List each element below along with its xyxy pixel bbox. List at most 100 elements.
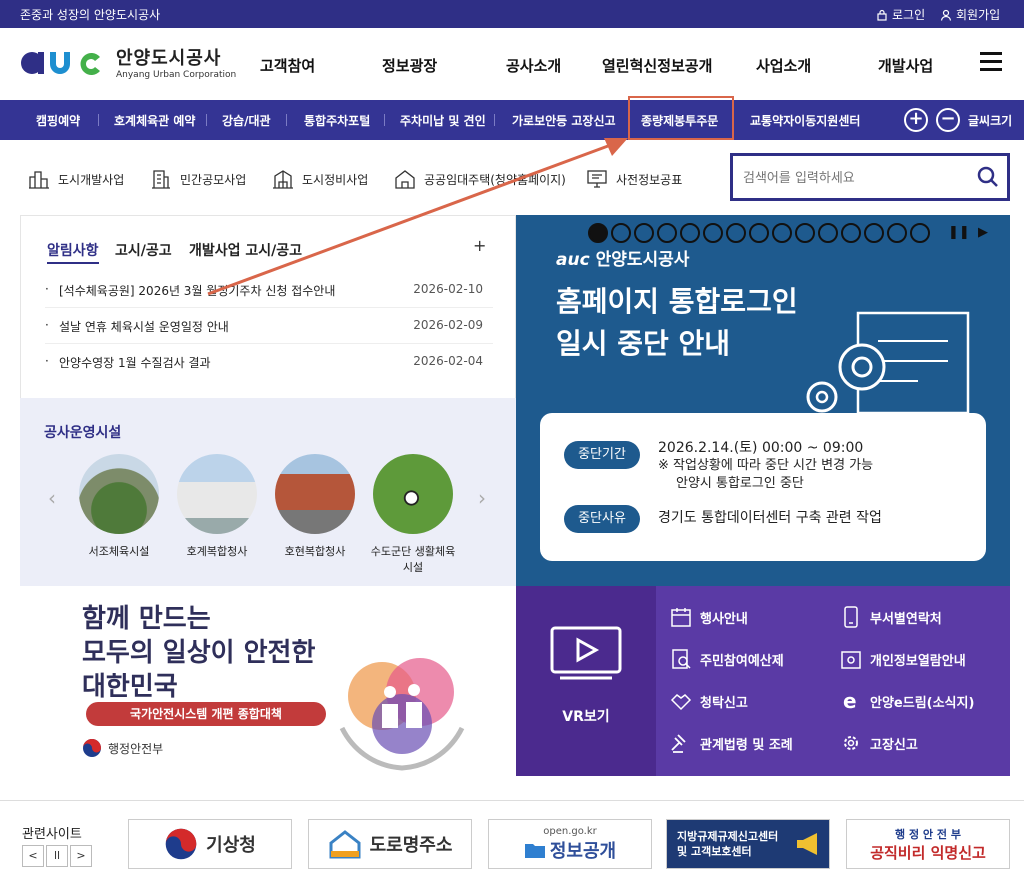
facilities-title: 공사운영시설 <box>44 425 122 441</box>
site-kma[interactable]: 기상청 <box>128 819 292 869</box>
banner-dot[interactable] <box>795 223 815 243</box>
signup-link[interactable]: 회원가입 <box>940 6 1000 23</box>
banner-dot[interactable] <box>611 223 631 243</box>
facility-hogye[interactable]: 호계복합청사 <box>174 454 260 560</box>
banner-dot[interactable] <box>887 223 907 243</box>
related-pause-button[interactable]: ll <box>46 845 68 867</box>
quick-lessons[interactable]: 강습/대관 <box>222 112 271 129</box>
link-budget[interactable]: 주민참여예산제 <box>670 648 784 670</box>
site-label: 기상청 <box>206 835 256 856</box>
bullet: · <box>45 354 49 368</box>
zoom-in-button[interactable]: + <box>904 108 928 132</box>
facility-seojo[interactable]: 서조체육시설 <box>76 454 162 560</box>
link-regulations[interactable]: 관계법령 및 조례 <box>670 732 793 754</box>
nav-development[interactable]: 개발사업 <box>878 55 933 76</box>
biz-urban-renewal[interactable]: 도시정비사업 <box>272 168 368 190</box>
banner-dot[interactable] <box>818 223 838 243</box>
site-anonymous-report[interactable]: 행 정 안 전 부 공직비리 익명신고 <box>846 819 1010 869</box>
biz-label: 도시개발사업 <box>58 172 125 187</box>
facility-hohyeon[interactable]: 호현복합청사 <box>272 454 358 560</box>
banner-play-button[interactable]: ▶ <box>978 225 988 240</box>
quick-streetlight[interactable]: 가로보안등 고장신고 <box>512 112 616 129</box>
quick-mobility-center[interactable]: 교통약자이동지원센터 <box>750 112 860 129</box>
link-fault-report[interactable]: 고장신고 <box>840 732 918 754</box>
gavel-icon <box>671 734 686 753</box>
facilities-next-button[interactable]: › <box>478 486 486 510</box>
menu-icon[interactable] <box>980 52 1002 72</box>
banner-dot[interactable] <box>910 223 930 243</box>
quick-hogye-gym[interactable]: 호계체육관 예약 <box>114 112 195 129</box>
monitor-icon <box>587 170 607 188</box>
nav-disclosure[interactable]: 열린혁신정보공개 <box>602 55 712 76</box>
quick-camping[interactable]: 캠핑예약 <box>36 112 80 129</box>
biz-label: 민간공모사업 <box>180 172 247 187</box>
link-label: 개인정보열람안내 <box>870 653 966 669</box>
safety-banner[interactable]: 함께 만드는 모두의 일상이 안전한 대한민국 국가안전시스템 개편 종합대책 … <box>20 586 516 776</box>
site-logo[interactable]: 안양도시공사 Anyang Urban Corporation <box>18 44 236 80</box>
banner-dot[interactable] <box>726 223 746 243</box>
period-badge: 중단기간 <box>564 441 640 469</box>
related-prev-button[interactable]: < <box>22 845 44 867</box>
nav-about[interactable]: 공사소개 <box>506 55 561 76</box>
biz-private-contest[interactable]: 민간공모사업 <box>150 168 246 190</box>
divider <box>98 114 99 126</box>
tab-notices[interactable]: 알림사항 <box>47 240 99 264</box>
taegeuk-icon <box>83 739 101 757</box>
banner-dot[interactable] <box>634 223 654 243</box>
notice-row[interactable]: · [석수체육공원] 2026년 3월 월정기주차 신청 접수안내 2026-0… <box>45 272 493 308</box>
nav-info[interactable]: 정보광장 <box>382 55 437 76</box>
link-events[interactable]: 행사안내 <box>670 606 748 628</box>
related-next-button[interactable]: > <box>70 845 92 867</box>
banner-pause-button[interactable]: ❚❚ <box>948 225 970 240</box>
banner-dot[interactable] <box>680 223 700 243</box>
link-privacy[interactable]: 개인정보열람안내 <box>840 648 966 670</box>
banner-dot[interactable] <box>841 223 861 243</box>
family-hands-icon <box>339 658 465 771</box>
related-title: 관련사이트 <box>22 827 82 842</box>
search-icon[interactable] <box>977 166 999 188</box>
nav-business[interactable]: 사업소개 <box>756 55 811 76</box>
search-input[interactable] <box>743 168 963 188</box>
auc-logo-icon <box>21 52 100 75</box>
site-label: 도로명주소 <box>369 835 453 856</box>
headline-line: 홈페이지 통합로그인 <box>556 285 798 318</box>
megaphone-icon <box>797 833 817 855</box>
facility-label: 수도군단 생활체육시설 <box>370 545 456 574</box>
biz-public-housing[interactable]: 공공임대주택(청약홈페이지) <box>394 168 566 190</box>
facility-image <box>177 454 257 534</box>
biz-prior-disclosure[interactable]: 사전정보공표 <box>586 168 682 190</box>
nav-customer[interactable]: 고객참여 <box>260 55 315 76</box>
login-link[interactable]: 로그인 <box>876 6 925 23</box>
e-icon: e <box>843 690 857 712</box>
banner-dot[interactable] <box>749 223 769 243</box>
link-solicitation-report[interactable]: 청탁신고 <box>670 690 748 712</box>
zoom-out-button[interactable]: − <box>936 108 960 132</box>
quick-menu-bar: 캠핑예약 호계체육관 예약 강습/대관 통합주차포털 주차미납 및 견인 가로보… <box>0 100 1024 140</box>
banner-dot[interactable] <box>864 223 884 243</box>
more-button[interactable]: + <box>473 236 486 255</box>
main-banner[interactable]: ❚❚ ▶ auc 안양도시공사 홈페이지 통합로그인 일시 중단 안내 중단기간… <box>516 215 1010 586</box>
biz-urban-development[interactable]: 도시개발사업 <box>28 168 124 190</box>
house-icon <box>395 170 415 189</box>
quick-unpaid-parking[interactable]: 주차미납 및 견인 <box>400 112 486 129</box>
site-regulation-report[interactable]: 지방규제규제신고센터 및 고객보호센터 <box>666 819 830 869</box>
quick-parking[interactable]: 통합주차포털 <box>304 112 370 129</box>
facility-sudo-corps[interactable]: 수도군단 생활체육시설 <box>370 454 456 576</box>
facilities-panel: 공사운영시설 ‹ › 서조체육시설 호계복합청사 호현복합청사 수도군단 생활체… <box>20 398 516 586</box>
banner-dot[interactable] <box>703 223 723 243</box>
tab-dev-announcements[interactable]: 개발사업 고시/공고 <box>189 240 302 260</box>
vr-button[interactable]: VR보기 <box>516 586 656 776</box>
banner-dot[interactable] <box>772 223 792 243</box>
banner-dot[interactable] <box>657 223 677 243</box>
link-contacts[interactable]: 부서별연락처 <box>840 606 942 628</box>
site-open-go[interactable]: open.go.kr 정보공개 <box>488 819 652 869</box>
notice-row[interactable]: · 안양수영장 1월 수질검사 결과 2026-02-04 <box>45 344 493 380</box>
site-road-address[interactable]: 도로명주소 <box>308 819 472 869</box>
login-label: 로그인 <box>892 8 926 22</box>
banner-dot[interactable] <box>588 223 608 243</box>
gear-icon <box>844 736 858 750</box>
notice-row[interactable]: · 설날 연휴 체육시설 운영일정 안내 2026-02-09 <box>45 308 493 344</box>
facilities-prev-button[interactable]: ‹ <box>48 486 56 510</box>
tab-announcements[interactable]: 고시/공고 <box>115 240 172 260</box>
link-edream[interactable]: e 안양e드림(소식지) <box>840 690 974 712</box>
